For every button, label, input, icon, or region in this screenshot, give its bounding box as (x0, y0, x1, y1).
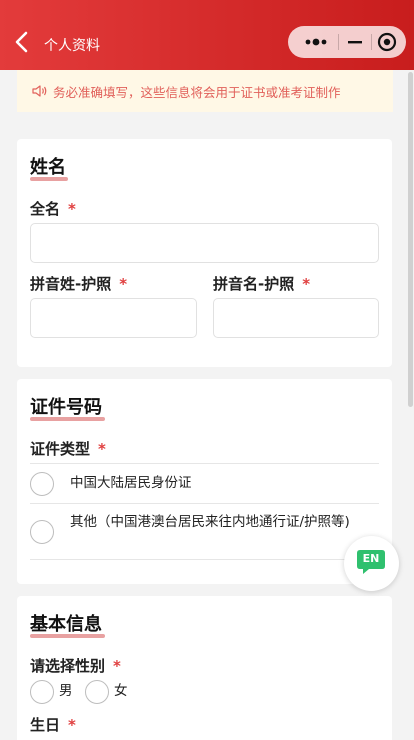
gender-label-text: 请选择性别 (30, 657, 106, 675)
required-mark: * (302, 275, 311, 293)
required-mark: * (68, 200, 76, 218)
minimize-icon[interactable] (340, 26, 370, 58)
given-name-label-text: 拼音名-护照 (213, 275, 295, 293)
option-female[interactable]: 女 (114, 682, 128, 701)
name-section-card: 姓名 全名 * 拼音姓-护照 * 拼音名-护照 * (17, 139, 392, 367)
radio-male[interactable] (30, 680, 54, 704)
language-switch-button[interactable]: EN (344, 536, 399, 591)
divider (30, 503, 379, 504)
radio-female[interactable] (85, 680, 109, 704)
section-title-underline (30, 634, 105, 638)
surname-input[interactable] (30, 298, 197, 338)
option-other-id[interactable]: 其他（中国港澳台居民来往内地通行证/护照等) (70, 513, 370, 532)
nav-header: 个人资料 (0, 0, 414, 70)
full-name-label-text: 全名 (30, 200, 61, 218)
divider (30, 559, 379, 560)
page-title: 个人资料 (44, 38, 100, 54)
language-label: EN (362, 552, 380, 565)
required-mark: * (98, 440, 106, 458)
chat-bubble-icon: EN (356, 549, 386, 575)
required-mark: * (68, 716, 76, 734)
given-name-input[interactable] (213, 298, 379, 338)
radio-other-id[interactable] (30, 520, 54, 544)
scrollbar-thumb[interactable] (408, 72, 413, 407)
full-name-input[interactable] (30, 223, 379, 263)
capsule-divider (338, 34, 339, 50)
speaker-icon (31, 82, 49, 100)
birthday-label-text: 生日 (30, 716, 61, 734)
given-name-label: 拼音名-护照 * (213, 273, 310, 294)
required-mark: * (119, 275, 128, 293)
id-section-card: 证件号码 证件类型 * 中国大陆居民身份证 其他（中国港澳台居民来往内地通行证/护… (17, 379, 392, 584)
close-target-icon[interactable] (372, 26, 404, 58)
option-male[interactable]: 男 (59, 682, 73, 701)
birthday-label: 生日 * (30, 714, 76, 735)
section-title-basic: 基本信息 (30, 614, 102, 635)
radio-mainland-id[interactable] (30, 472, 54, 496)
surname-label-text: 拼音姓-护照 (30, 275, 112, 293)
section-title-id: 证件号码 (30, 397, 102, 418)
mini-program-capsule (288, 26, 406, 58)
basic-section-card: 基本信息 请选择性别 * 男 女 生日 * (17, 596, 392, 740)
id-type-label: 证件类型 * (30, 438, 106, 459)
surname-label: 拼音姓-护照 * (30, 273, 127, 294)
section-title-underline (30, 417, 105, 421)
more-icon[interactable] (294, 26, 338, 58)
full-name-label: 全名 * (30, 198, 76, 219)
back-arrow-icon[interactable] (12, 30, 34, 54)
required-mark: * (113, 657, 121, 675)
option-mainland-id[interactable]: 中国大陆居民身份证 (70, 474, 370, 493)
notice-bar: 务必准确填写，这些信息将会用于证书或准考证制作 (17, 70, 393, 112)
section-title-name: 姓名 (30, 157, 66, 178)
section-title-underline (30, 177, 68, 181)
id-type-label-text: 证件类型 (30, 440, 91, 458)
divider (30, 463, 379, 464)
gender-label: 请选择性别 * (30, 655, 121, 676)
notice-text: 务必准确填写，这些信息将会用于证书或准考证制作 (53, 85, 341, 100)
